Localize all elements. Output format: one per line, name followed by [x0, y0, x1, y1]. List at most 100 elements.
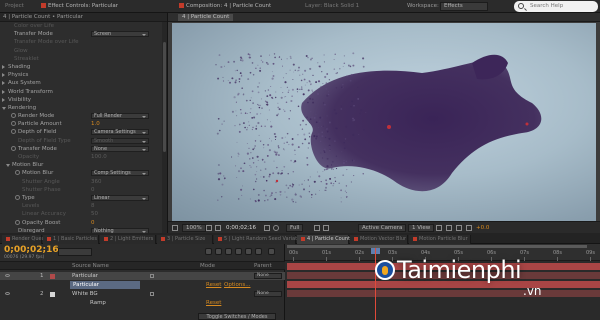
region-of-interest-icon[interactable]: [314, 225, 320, 231]
timeline-tab[interactable]: 3 | Particle Size: [157, 235, 213, 244]
graph-editor-icon[interactable]: [268, 248, 275, 255]
mode-header[interactable]: Mode: [200, 263, 215, 269]
layer-label-color[interactable]: [50, 274, 55, 279]
search-help-input[interactable]: Search Help: [514, 1, 598, 12]
effect-property-row[interactable]: Depth of Field Type Smooth: [0, 137, 167, 145]
timeline-tab[interactable]: 2 | Light Emitters: [100, 235, 156, 244]
effect-property-row[interactable]: Shading: [0, 63, 167, 71]
stopwatch-icon[interactable]: [11, 113, 16, 119]
effect-property-row[interactable]: Visibility: [0, 96, 167, 104]
effect-property-row[interactable]: Opacity 100.0: [0, 153, 167, 161]
disclosure-closed-icon[interactable]: [2, 97, 5, 102]
property-dropdown[interactable]: Camera Settings: [91, 129, 149, 136]
snapshot-icon[interactable]: [264, 225, 270, 231]
effect-property-row[interactable]: Linear Accuracy 50: [0, 210, 167, 218]
effect-property-row[interactable]: Render Mode Full Render: [0, 112, 167, 120]
stopwatch-icon[interactable]: [11, 121, 16, 127]
composition-viewer[interactable]: [172, 23, 596, 221]
layer-search-input[interactable]: [58, 248, 92, 256]
exposure-value[interactable]: +0.0: [476, 224, 489, 232]
effect-property-row[interactable]: Rendering: [0, 104, 167, 112]
fast-previews-icon[interactable]: [446, 225, 452, 231]
composition-breadcrumb[interactable]: 4 | Particle Count: [178, 14, 234, 21]
property-dropdown[interactable]: Screen: [91, 31, 149, 38]
property-value[interactable]: 50: [91, 210, 98, 218]
property-value[interactable]: 8: [91, 202, 95, 210]
stopwatch-icon[interactable]: [11, 145, 16, 151]
property-value[interactable]: 0: [91, 186, 95, 194]
property-value[interactable]: 1.0: [91, 120, 100, 128]
timeline-tab[interactable]: 1 | Basic Particles: [43, 235, 99, 244]
toggle-switches-modes-button[interactable]: Toggle Switches / Modes: [198, 313, 276, 320]
visibility-eye-icon[interactable]: [5, 292, 10, 295]
source-name-header[interactable]: Source Name: [72, 263, 109, 269]
effect-property-row[interactable]: Glow: [0, 47, 167, 55]
motion-blur-icon[interactable]: [245, 248, 252, 255]
effect-property-row[interactable]: Shutter Phase 0: [0, 186, 167, 194]
pixel-aspect-icon[interactable]: [436, 225, 442, 231]
timeline-tab[interactable]: 5 | Light Random Seed Variations: [214, 235, 307, 244]
always-preview-icon[interactable]: [172, 225, 178, 231]
effect-property-row[interactable]: Streaklet: [0, 55, 167, 63]
effect-property-row[interactable]: Transfer Mode Screen: [0, 30, 167, 38]
frame-blending-icon[interactable]: [235, 248, 242, 255]
layer-name[interactable]: White BG: [72, 290, 98, 298]
effect-property-row[interactable]: Motion Blur: [0, 161, 167, 169]
resolution-dropdown[interactable]: Full: [286, 224, 304, 232]
parent-dropdown[interactable]: None: [254, 273, 282, 279]
layer-label-color[interactable]: [50, 292, 55, 297]
layer-switch-icon[interactable]: [150, 274, 154, 278]
layer-name[interactable]: Ramp: [90, 299, 106, 307]
property-dropdown[interactable]: Smooth: [91, 137, 149, 144]
effect-property-row[interactable]: Depth of Field Camera Settings: [0, 128, 167, 136]
timeline-icon[interactable]: [456, 225, 462, 231]
effect-property-row[interactable]: Opacity Boost 0: [0, 219, 167, 227]
effect-options-link[interactable]: Options...: [224, 281, 250, 289]
timeline-tab[interactable]: Render Queue: [2, 235, 48, 244]
layer-switch-icon[interactable]: [150, 292, 154, 296]
parent-dropdown[interactable]: None: [254, 291, 282, 297]
property-dropdown[interactable]: Full Render: [91, 113, 149, 120]
effect-property-row[interactable]: Shutter Angle 360: [0, 178, 167, 186]
workspace-dropdown[interactable]: Effects: [440, 2, 488, 11]
effect-property-row[interactable]: Aux System: [0, 79, 167, 87]
property-dropdown[interactable]: None: [91, 145, 149, 152]
layer-row[interactable]: 1 Particular None: [0, 272, 285, 280]
effect-property-row[interactable]: Physics: [0, 71, 167, 79]
effect-property-row[interactable]: Transfer Mode over Life: [0, 38, 167, 46]
disclosure-closed-icon[interactable]: [2, 73, 5, 78]
draft-3d-icon[interactable]: [215, 248, 222, 255]
effect-property-row[interactable]: Particle Amount 1.0: [0, 120, 167, 128]
camera-dropdown[interactable]: Active Camera: [358, 224, 407, 232]
disclosure-open-icon[interactable]: [2, 106, 6, 110]
parent-header[interactable]: Parent: [254, 263, 272, 269]
property-value[interactable]: 0: [91, 219, 95, 227]
layer-tab[interactable]: Layer: Black Solid 1: [302, 2, 362, 11]
hide-shy-layers-icon[interactable]: [225, 248, 232, 255]
stopwatch-icon[interactable]: [15, 170, 20, 176]
color-channel-icon[interactable]: [273, 225, 279, 231]
effect-property-row[interactable]: Motion Blur Comp Settings: [0, 169, 167, 177]
viewer-timecode[interactable]: 0;00;02;16: [226, 224, 256, 232]
project-tab[interactable]: Project: [2, 2, 27, 11]
composition-tab[interactable]: Composition: 4 | Particle Count: [176, 2, 274, 11]
property-value[interactable]: 360: [91, 178, 102, 186]
zoom-dropdown[interactable]: 100%: [182, 224, 206, 232]
stopwatch-icon[interactable]: [11, 129, 16, 135]
effect-property-row[interactable]: World Transform: [0, 88, 167, 96]
transparency-grid-icon[interactable]: [323, 225, 329, 231]
disclosure-closed-icon[interactable]: [2, 64, 5, 69]
effect-property-row[interactable]: Type Linear: [0, 194, 167, 202]
effect-property-row[interactable]: Levels 8: [0, 202, 167, 210]
comp-mini-flowchart-icon[interactable]: [205, 248, 212, 255]
disclosure-closed-icon[interactable]: [2, 81, 5, 86]
brainstorm-icon[interactable]: [255, 248, 262, 255]
visibility-eye-icon[interactable]: [5, 274, 10, 277]
view-layout-dropdown[interactable]: 1 View: [408, 224, 435, 232]
property-dropdown[interactable]: Comp Settings: [91, 170, 149, 177]
effect-panel-scrollbar[interactable]: [162, 22, 167, 233]
effect-reset-link[interactable]: Reset: [206, 281, 221, 289]
layer-name[interactable]: Particular: [70, 281, 140, 289]
effect-reset-link[interactable]: Reset: [206, 299, 221, 307]
layer-row[interactable]: Ramp Reset: [0, 299, 285, 307]
